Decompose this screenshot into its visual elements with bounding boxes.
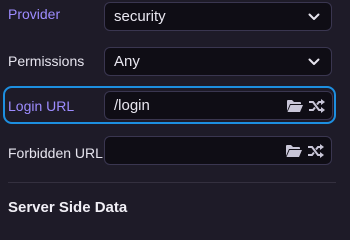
chevron-down-icon [305, 53, 323, 71]
login-url-value: /login [114, 97, 150, 114]
folder-open-icon[interactable] [285, 143, 303, 159]
login-url-label: Login URL [8, 98, 75, 114]
section-title: Server Side Data [8, 199, 128, 216]
chevron-down-icon [305, 8, 323, 26]
permissions-select[interactable]: Any [104, 47, 332, 76]
provider-select[interactable]: security [104, 2, 332, 31]
permissions-value: Any [114, 53, 140, 70]
provider-value: security [114, 8, 166, 25]
settings-panel: Provider security Permissions Any Login … [0, 0, 350, 220]
shuffle-icon[interactable] [307, 143, 325, 159]
section-divider [8, 182, 336, 183]
folder-open-icon[interactable] [286, 98, 304, 114]
forbidden-url-label: Forbidden URL [8, 145, 103, 161]
permissions-label: Permissions [8, 53, 85, 69]
provider-label: Provider [8, 6, 61, 22]
login-url-input[interactable]: /login [104, 91, 333, 120]
forbidden-url-input[interactable] [104, 136, 332, 165]
shuffle-icon[interactable] [308, 98, 326, 114]
